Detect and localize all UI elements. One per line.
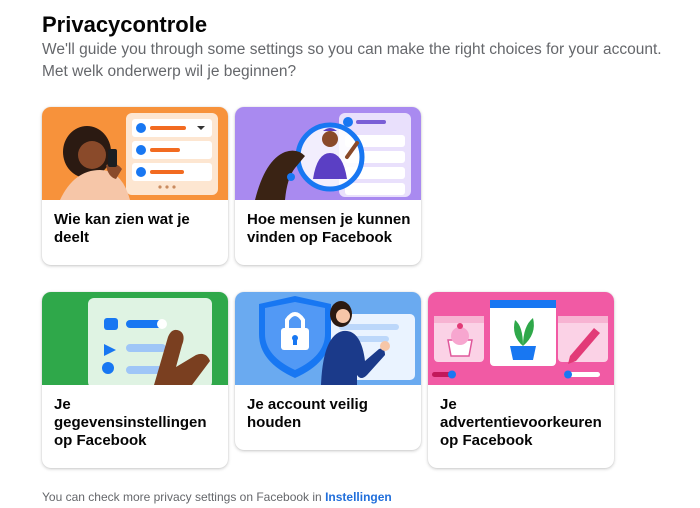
page-title: Privacycontrole — [42, 12, 208, 37]
card-how-people-find-you[interactable]: Hoe mensen je kunnen vinden op Facebook — [235, 107, 421, 265]
illustration-ads-items — [428, 292, 614, 385]
footer-note: You can check more privacy settings on F… — [42, 490, 392, 504]
illustration-magnifier-person — [235, 107, 421, 200]
settings-link[interactable]: Instellingen — [325, 490, 392, 504]
footer-text: You can check more privacy settings on F… — [42, 490, 322, 504]
card-label: Wie kan zien wat je deelt — [54, 211, 190, 246]
card-label: Hoe mensen je kunnen vinden op Facebook — [247, 211, 411, 246]
card-label: Je advertentievoorkeuren op Facebook — [440, 396, 602, 449]
illustration-person-settings — [42, 107, 228, 200]
card-who-can-see[interactable]: Wie kan zien wat je deelt — [42, 107, 228, 265]
card-data-settings[interactable]: Je gegevensinstellingen op Facebook — [42, 292, 228, 468]
page-question: Met welk onderwerp wil je beginnen? — [42, 63, 297, 80]
page-subtitle: We'll guide you through some settings so… — [42, 41, 662, 58]
card-ad-preferences[interactable]: Je advertentievoorkeuren op Facebook — [428, 292, 614, 468]
card-label: Je account veilig houden — [247, 396, 368, 431]
illustration-hand-toggles — [42, 292, 228, 385]
card-account-security[interactable]: Je account veilig houden — [235, 292, 421, 450]
card-label: Je gegevensinstellingen op Facebook — [54, 396, 207, 449]
illustration-shield-lock — [235, 292, 421, 385]
